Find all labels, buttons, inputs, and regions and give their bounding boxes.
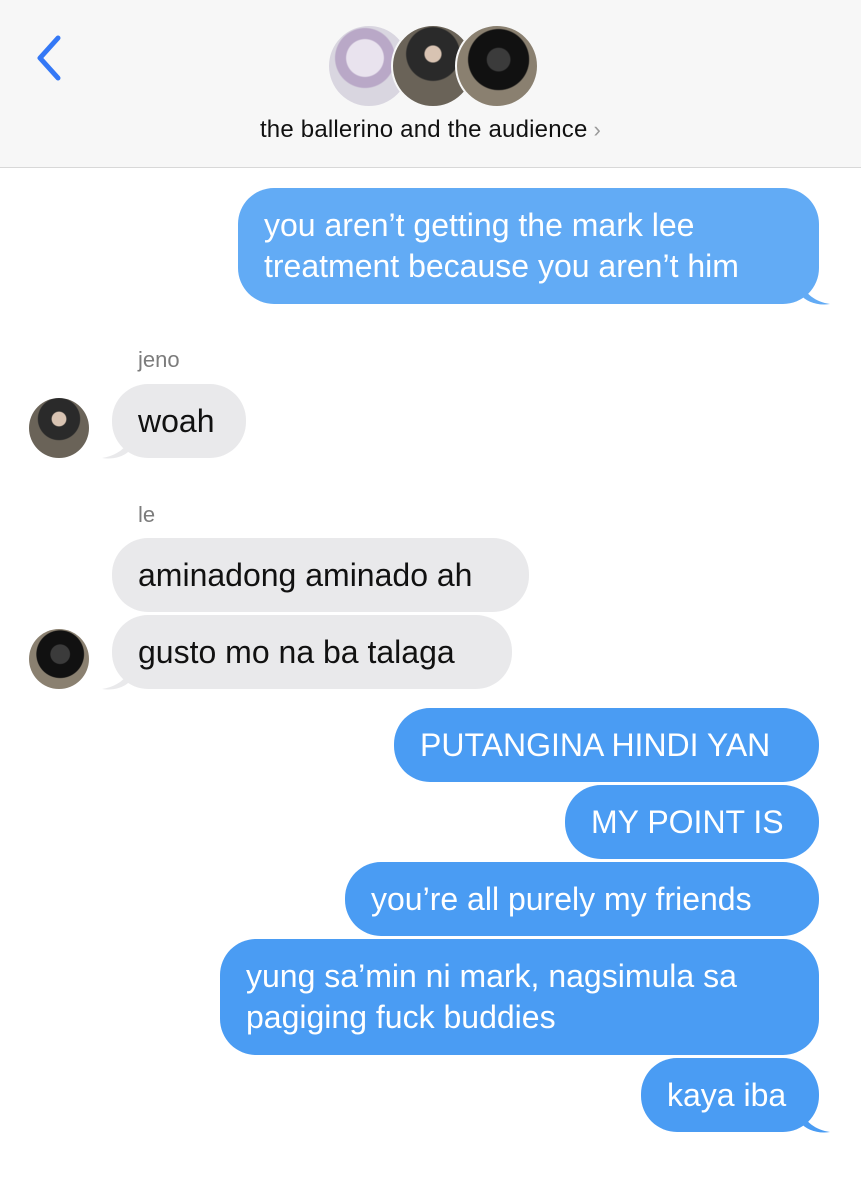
chevron-left-icon [37,35,61,81]
bubble-tail [800,280,830,305]
avatar[interactable] [29,398,89,458]
incoming-message[interactable]: aminadong aminado ah [112,538,529,612]
outgoing-message[interactable]: you aren’t getting the mark lee treatmen… [238,188,819,304]
message-text: aminadong aminado ah [138,556,473,593]
bubble-tail [102,665,132,690]
bubble-tail [800,1108,830,1133]
back-button[interactable] [30,32,70,84]
outgoing-message[interactable]: MY POINT IS [565,785,819,859]
message-text: woah [138,402,215,439]
sender-name: le [138,502,156,527]
message-text: you aren’t getting the mark lee treatmen… [264,207,739,284]
message-text: yung sa’min ni mark, nagsimula sa pagigi… [246,958,737,1035]
avatar[interactable] [29,629,89,689]
conversation-title-button[interactable]: the ballerino and the audience › [0,116,861,144]
chevron-right-icon: › [593,117,602,142]
outgoing-message[interactable]: you’re all purely my friends [345,862,819,936]
message-text: PUTANGINA HINDI YAN [420,726,771,763]
group-avatars[interactable] [327,24,539,108]
outgoing-message[interactable]: kaya iba [641,1058,819,1132]
message-text: gusto mo na ba talaga [138,633,455,670]
message-text: you’re all purely my friends [371,880,752,917]
group-member-avatar-3 [455,24,539,108]
message-text: MY POINT IS [591,803,784,840]
conversation-title: the ballerino and the audience [259,116,588,143]
outgoing-message[interactable]: yung sa’min ni mark, nagsimula sa pagigi… [220,939,819,1055]
incoming-message[interactable]: gusto mo na ba talaga [112,615,512,689]
sender-name: jeno [138,347,180,372]
conversation-header: the ballerino and the audience › [0,0,861,168]
message-text: kaya iba [667,1076,787,1113]
bubble-tail [102,434,132,459]
incoming-message[interactable]: woah [112,384,246,458]
outgoing-message[interactable]: PUTANGINA HINDI YAN [394,708,819,782]
